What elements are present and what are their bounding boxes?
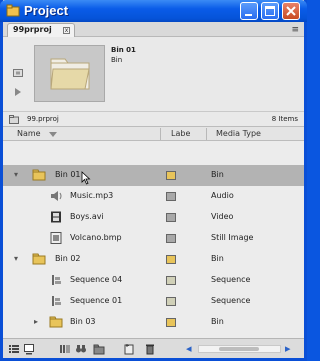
item-media-type: Sequence [211,296,251,305]
item-name[interactable]: Sequence 04 [70,275,122,284]
panel-menu-icon[interactable]: ≡ [291,25,299,35]
item-name[interactable]: Music.mp3 [70,191,113,200]
expand-toggle-icon[interactable]: ▾ [14,170,18,179]
scroll-left-arrow-icon[interactable]: ◂ [186,342,192,355]
label-color-swatch [166,213,176,222]
item-media-type: Audio [211,191,234,200]
tab-strip: 99prproj x ≡ [3,22,304,37]
project-file-icon [9,115,19,124]
column-label[interactable]: Labe [171,129,190,138]
maximize-button[interactable] [261,2,279,20]
expand-toggle-icon[interactable]: ▸ [34,317,38,326]
list-view-icon[interactable] [8,343,20,355]
item-name[interactable]: Boys.avi [70,212,104,221]
sort-arrow-icon[interactable] [49,132,57,137]
item-media-type: Bin [211,170,224,179]
bin-folder-icon [49,316,63,328]
column-header: Name Labe Media Type [3,126,304,141]
item-count: 8 Items [271,115,298,123]
minimize-icon [245,14,252,16]
new-bin-icon[interactable] [93,343,105,355]
project-window: Project 99prproj x ≡ Bin 01 Bin 99.prpro… [0,0,307,361]
preview-area: Bin 01 Bin [3,38,304,111]
item-media-type: Bin [211,317,224,326]
close-icon [286,6,296,16]
project-app-icon [6,4,20,17]
item-name[interactable]: Volcano.bmp [70,233,122,242]
list-item[interactable]: ▾ Bin 02 Bin [3,249,304,270]
list-item[interactable]: Sequence 01 Sequence [3,291,304,312]
label-color-swatch [166,318,176,327]
window-title: Project [24,3,69,18]
label-color-swatch [166,255,176,264]
poster-frame-icon[interactable] [13,68,23,78]
minimize-button[interactable] [240,2,258,20]
bin-folder-icon [50,58,90,90]
item-name[interactable]: Sequence 01 [70,296,122,305]
bin-folder-icon [32,169,46,181]
delete-icon[interactable] [144,343,156,355]
tab-label: 99prproj [13,25,52,34]
list-item[interactable]: ▾ Bin 01 Bin [3,165,304,186]
label-color-swatch [166,276,176,285]
item-media-type: Still Image [211,233,254,242]
item-media-type: Video [211,212,234,221]
bin-folder-icon [32,253,46,265]
project-item-list: ▾ Bin 01 Bin Music.mp3 Audio Boys.avi Vi… [3,141,304,338]
list-item[interactable]: Boys.avi Video [3,207,304,228]
automate-to-sequence-icon[interactable] [59,343,71,355]
audio-icon [51,191,62,201]
item-media-type: Bin [211,254,224,263]
column-name[interactable]: Name [17,129,41,138]
project-name: 99.prproj [27,115,59,123]
list-item[interactable]: ▸ Bin 03 Bin [3,312,304,333]
tab-project[interactable]: 99prproj x [7,23,75,37]
horizontal-scrollbar[interactable] [198,345,281,353]
close-button[interactable] [282,2,300,20]
scrollbar-thumb[interactable] [219,347,259,351]
item-name[interactable]: Bin 03 [70,317,96,326]
sequence-icon [52,275,61,285]
clip-name: Bin 01 [111,46,136,54]
column-divider[interactable] [160,128,161,140]
column-divider[interactable] [206,128,207,140]
item-name[interactable]: Bin 02 [55,254,81,263]
find-icon[interactable] [75,343,87,355]
play-icon[interactable] [13,87,23,97]
item-media-type: Sequence [211,275,251,284]
list-item[interactable]: Sequence 04 Sequence [3,270,304,291]
title-bar[interactable]: Project [0,0,307,22]
still-image-icon [50,232,62,244]
label-color-swatch [166,297,176,306]
expand-toggle-icon[interactable]: ▾ [14,254,18,263]
bottom-toolbar: ◂ ▸ [3,338,304,358]
tab-close-icon[interactable]: x [63,27,70,34]
column-media-type[interactable]: Media Type [216,129,261,138]
list-item[interactable]: Music.mp3 Audio [3,186,304,207]
label-color-swatch [166,171,176,180]
project-info-bar: 99.prproj 8 Items [3,111,304,126]
film-icon [51,211,61,223]
project-panel: 99prproj x ≡ Bin 01 Bin 99.prproj 8 Item… [3,22,304,358]
icon-view-icon[interactable] [23,343,35,355]
preview-thumbnail [34,45,105,102]
label-color-swatch [166,234,176,243]
maximize-icon [265,6,275,16]
scroll-right-arrow-icon[interactable]: ▸ [285,342,291,355]
mouse-cursor-icon [81,171,91,185]
list-item[interactable]: Volcano.bmp Still Image [3,228,304,249]
new-item-icon[interactable] [123,343,135,355]
clip-type: Bin [111,56,123,64]
sequence-icon [52,296,61,306]
label-color-swatch [166,192,176,201]
item-name[interactable]: Bin 01 [55,170,81,179]
